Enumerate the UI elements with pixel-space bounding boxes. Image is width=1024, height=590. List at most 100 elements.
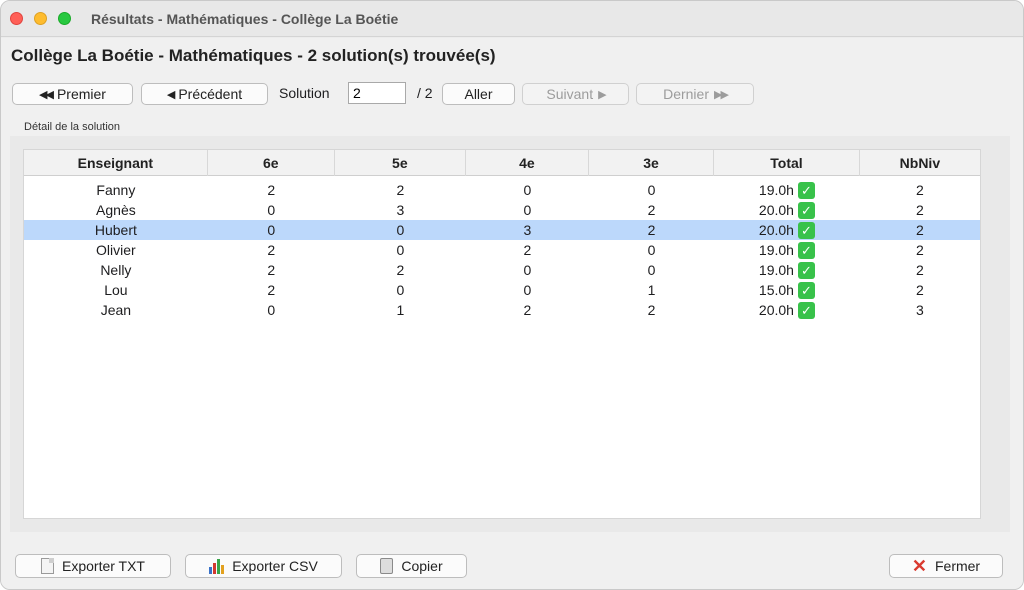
table-cell: 0 bbox=[466, 200, 589, 220]
cell-value: 19.0h bbox=[758, 182, 794, 198]
close-button[interactable]: ✕ Fermer bbox=[889, 554, 1003, 578]
fast-forward-icon: ▶▶ bbox=[713, 88, 729, 101]
previous-button-label: Précédent bbox=[178, 86, 243, 102]
first-button[interactable]: ◀◀ Premier bbox=[12, 83, 133, 105]
table-row[interactable]: Agnès 0 3 0 2 20.0h ✓ 2 bbox=[24, 200, 980, 220]
minimize-window-button[interactable] bbox=[34, 12, 47, 25]
cell-value: 3 bbox=[915, 302, 924, 318]
table-cell: 0 bbox=[466, 280, 589, 300]
cell-value: Jean bbox=[100, 302, 132, 318]
check-icon: ✓ bbox=[797, 201, 815, 219]
column-header[interactable]: 5e bbox=[335, 150, 466, 176]
table-cell: 2 bbox=[466, 300, 589, 320]
window-title: Résultats - Mathématiques - Collège La B… bbox=[91, 11, 399, 27]
table-cell: 2 bbox=[208, 260, 335, 280]
cell-value: 0 bbox=[523, 182, 532, 198]
table-cell: 3 bbox=[466, 220, 589, 240]
go-button-label: Aller bbox=[464, 86, 493, 102]
page-title: Collège La Boétie - Mathématiques - 2 so… bbox=[11, 46, 496, 65]
table-cell: 0 bbox=[466, 180, 589, 200]
table-cell: 0 bbox=[208, 200, 335, 220]
cell-value: 19.0h bbox=[758, 262, 794, 278]
table-row[interactable]: Nelly 2 2 0 0 19.0h ✓ 2 bbox=[24, 260, 980, 280]
table-cell: 2 bbox=[208, 240, 335, 260]
title-bar: Résultats - Mathématiques - Collège La B… bbox=[1, 1, 1023, 37]
column-header[interactable]: 6e bbox=[208, 150, 335, 176]
column-header[interactable]: NbNiv bbox=[860, 150, 980, 176]
table-cell: 1 bbox=[335, 300, 466, 320]
table-cell: 0 bbox=[208, 300, 335, 320]
next-button[interactable]: Suivant ▶ bbox=[522, 83, 629, 105]
cell-value: 20.0h bbox=[758, 302, 794, 318]
cell-value: 2 bbox=[523, 302, 532, 318]
check-icon: ✓ bbox=[797, 241, 815, 259]
text-file-icon bbox=[41, 558, 54, 574]
column-header[interactable]: 3e bbox=[589, 150, 715, 176]
window-content: Collège La Boétie - Mathématiques - 2 so… bbox=[1, 38, 1023, 589]
cell-value: 2 bbox=[915, 282, 924, 298]
table-cell: 2 bbox=[860, 260, 980, 280]
cell-value: 0 bbox=[647, 262, 656, 278]
detail-section-label: Détail de la solution bbox=[24, 121, 121, 133]
first-button-label: Premier bbox=[56, 86, 106, 102]
cell-value: 1 bbox=[647, 282, 656, 298]
table-cell: 19.0h ✓ bbox=[714, 180, 860, 200]
table-row[interactable]: Hubert 0 0 3 2 20.0h ✓ 2 bbox=[24, 220, 980, 240]
table-row[interactable]: Jean 0 1 2 2 20.0h ✓ 3 bbox=[24, 300, 980, 320]
zoom-window-button[interactable] bbox=[58, 12, 71, 25]
solution-number-input[interactable] bbox=[348, 82, 406, 104]
results-window: Résultats - Mathématiques - Collège La B… bbox=[0, 0, 1024, 590]
table-header: Enseignant 6e 5e 4e 3e Total NbNiv bbox=[24, 150, 980, 176]
table-cell: 3 bbox=[860, 300, 980, 320]
table-cell: 15.0h ✓ bbox=[714, 280, 860, 300]
column-header[interactable]: Total bbox=[714, 150, 860, 176]
close-window-button[interactable] bbox=[10, 12, 23, 25]
table-cell: Nelly bbox=[24, 260, 208, 280]
cell-value: Olivier bbox=[96, 242, 136, 258]
solution-table[interactable]: Enseignant 6e 5e 4e 3e Total NbNiv Fanny 2 2 0 0 19… bbox=[23, 149, 981, 519]
table-cell: 2 bbox=[208, 180, 335, 200]
table-cell: 0 bbox=[208, 220, 335, 240]
copy-button[interactable]: Copier bbox=[356, 554, 467, 578]
table-cell: Fanny bbox=[24, 180, 208, 200]
cell-value: Agnès bbox=[96, 202, 136, 218]
cell-value: 2 bbox=[915, 222, 924, 238]
table-cell: 2 bbox=[589, 220, 714, 240]
forward-icon: ▶ bbox=[598, 88, 607, 101]
cell-value: 20.0h bbox=[758, 222, 794, 238]
solution-total: / 2 bbox=[417, 85, 433, 101]
table-cell: 0 bbox=[589, 180, 714, 200]
table-cell: Jean bbox=[24, 300, 208, 320]
column-header[interactable]: 4e bbox=[466, 150, 589, 176]
table-cell: 2 bbox=[860, 200, 980, 220]
table-cell: 0 bbox=[335, 220, 466, 240]
table-cell: 20.0h ✓ bbox=[714, 200, 860, 220]
table-row[interactable]: Olivier 2 0 2 0 19.0h ✓ 2 bbox=[24, 240, 980, 260]
cell-value: 2 bbox=[647, 302, 656, 318]
table-cell: Agnès bbox=[24, 200, 208, 220]
table-row[interactable]: Lou 2 0 0 1 15.0h ✓ 2 bbox=[24, 280, 980, 300]
go-button[interactable]: Aller bbox=[442, 83, 515, 105]
table-cell: 3 bbox=[335, 200, 466, 220]
table-cell: 19.0h ✓ bbox=[714, 260, 860, 280]
cell-value: 0 bbox=[523, 262, 532, 278]
export-csv-button[interactable]: Exporter CSV bbox=[185, 554, 342, 578]
table-cell: 2 bbox=[860, 180, 980, 200]
table-row[interactable]: Fanny 2 2 0 0 19.0h ✓ 2 bbox=[24, 180, 980, 200]
cell-value: 0 bbox=[647, 182, 656, 198]
cell-value: 2 bbox=[267, 182, 276, 198]
cell-value: 2 bbox=[396, 182, 405, 198]
check-icon: ✓ bbox=[797, 261, 815, 279]
close-x-icon: ✕ bbox=[911, 556, 927, 576]
cell-value: 2 bbox=[267, 242, 276, 258]
table-cell: 2 bbox=[589, 300, 714, 320]
cell-value: 2 bbox=[647, 202, 656, 218]
cell-value: 15.0h bbox=[758, 282, 794, 298]
column-header[interactable]: Enseignant bbox=[24, 150, 208, 176]
previous-button[interactable]: ◀ Précédent bbox=[141, 83, 268, 105]
last-button[interactable]: Dernier ▶▶ bbox=[636, 83, 754, 105]
back-icon: ◀ bbox=[166, 88, 176, 101]
export-txt-button[interactable]: Exporter TXT bbox=[15, 554, 171, 578]
table-cell: 2 bbox=[589, 200, 714, 220]
cell-value: 0 bbox=[396, 222, 405, 238]
